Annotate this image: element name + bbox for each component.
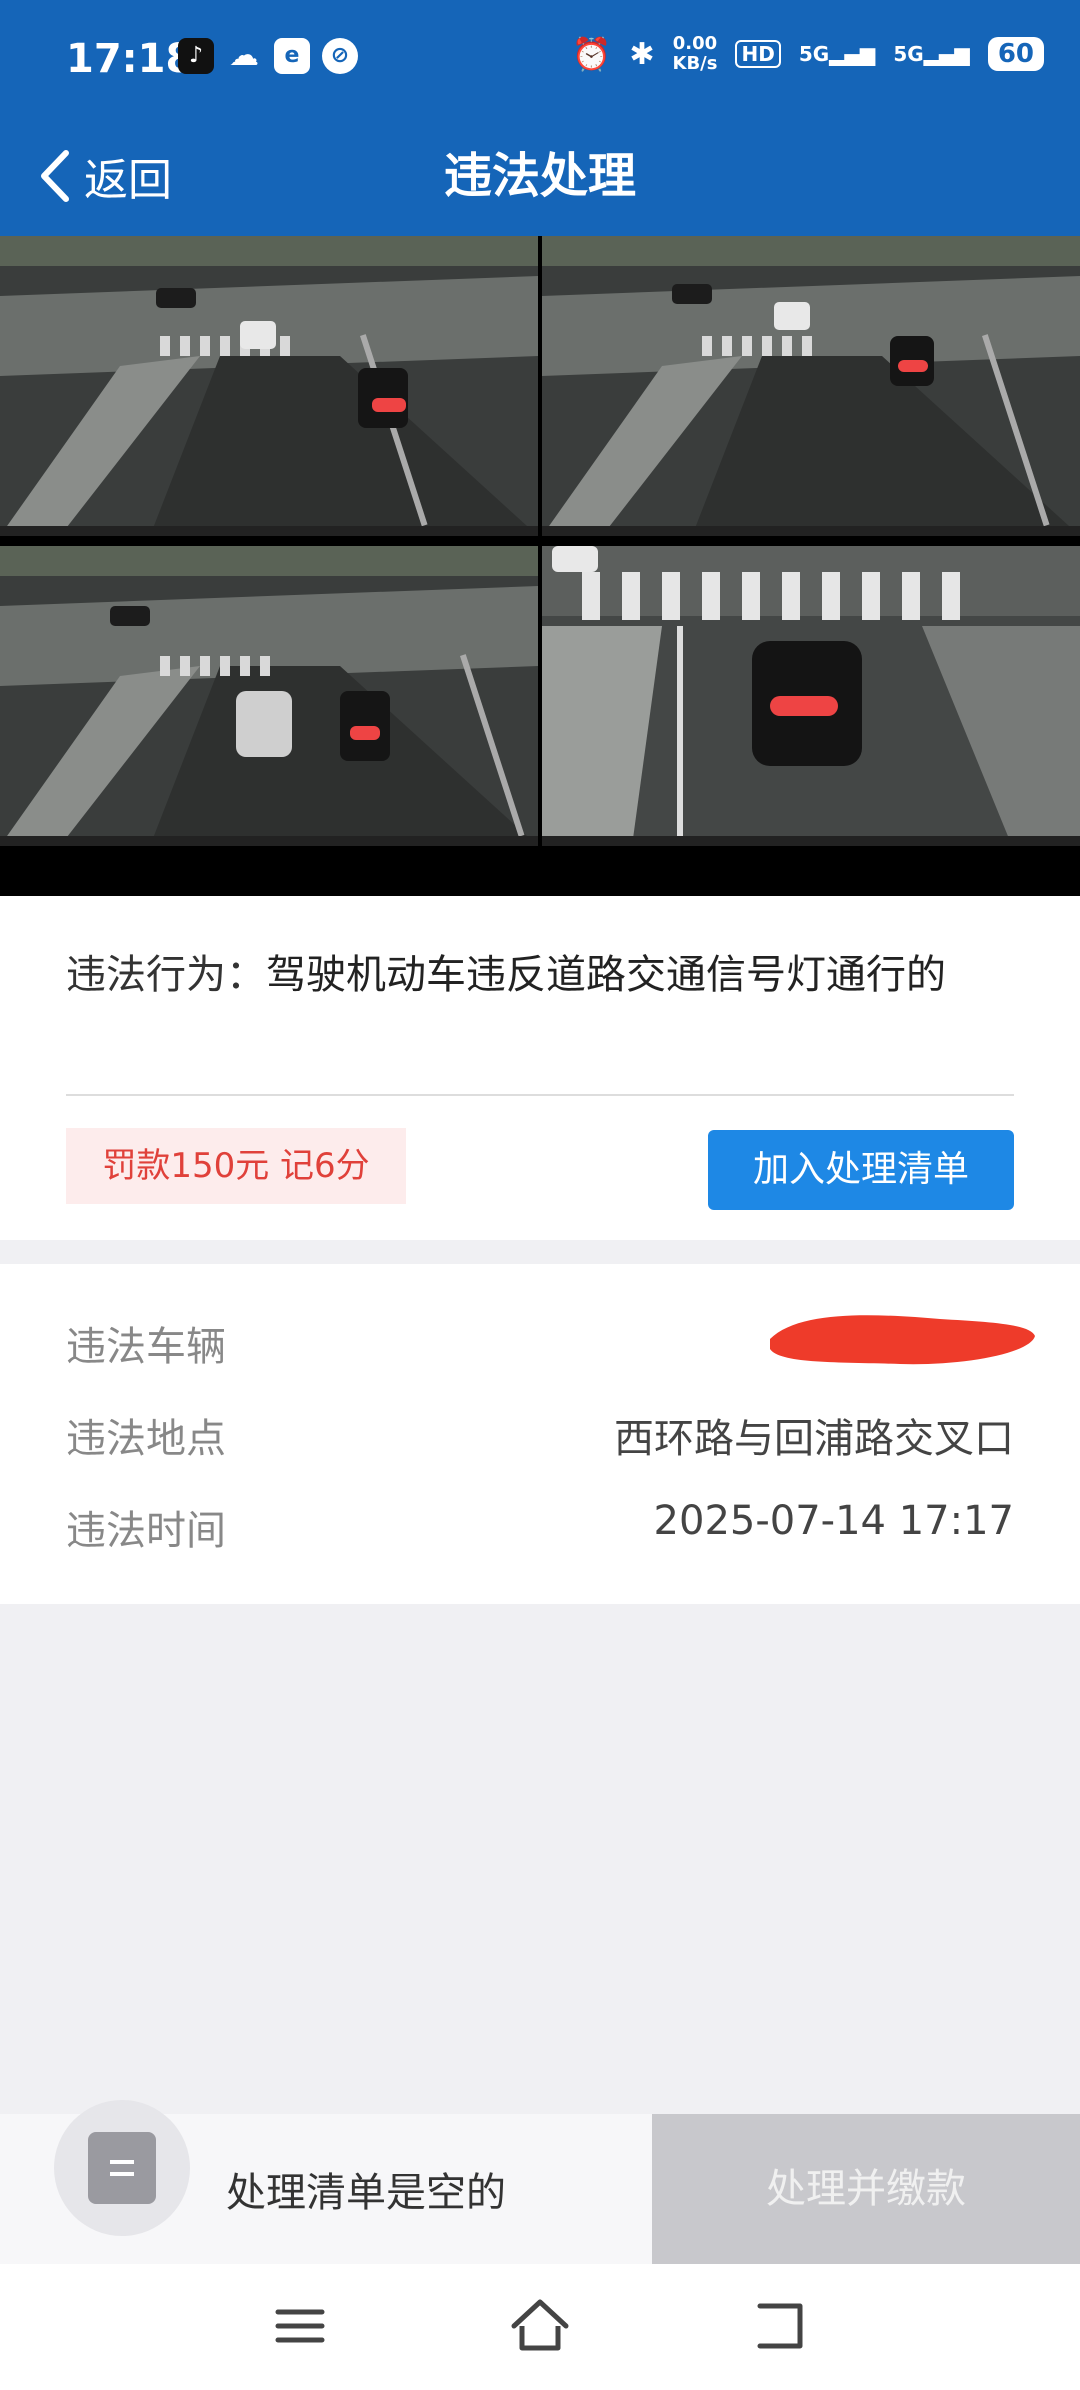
menu-icon[interactable]	[268, 2294, 332, 2358]
divider	[66, 1094, 1014, 1096]
back-label: 返回	[84, 155, 172, 206]
redaction-mark	[770, 1315, 1035, 1365]
time-value: 2025-07-14 17:17	[653, 1498, 1014, 1544]
chevron-left-icon	[41, 150, 69, 202]
status-time: 17:18	[66, 36, 194, 82]
violation-photo-4[interactable]	[542, 546, 1080, 846]
signal-2: 5G▂▄▆	[893, 42, 970, 66]
bluetooth-icon: ✱	[629, 36, 655, 72]
violation-photo-1[interactable]	[0, 236, 538, 536]
violation-behavior: 违法行为：驾驶机动车违反道路交通信号灯通行的	[66, 946, 1016, 1004]
battery-indicator: 60	[987, 37, 1044, 71]
title-bar: 违法处理 返回	[0, 118, 1080, 236]
net-speed-value: 0.00	[672, 33, 718, 54]
process-and-pay-button[interactable]: 处理并缴款	[652, 2114, 1080, 2264]
behavior-text: 驾驶机动车违反道路交通信号灯通行的	[266, 952, 946, 998]
violation-photo-2[interactable]	[542, 236, 1080, 536]
processing-list-button[interactable]	[54, 2100, 190, 2236]
browser-icon: e	[274, 38, 310, 74]
location-value: 西环路与回浦路交叉口	[614, 1416, 1014, 1462]
add-to-list-button[interactable]: 加入处理清单	[708, 1130, 1014, 1210]
system-nav-bar	[0, 2264, 1080, 2390]
list-empty-text: 处理清单是空的	[226, 2170, 506, 2216]
net-speed: 0.00 KB/s	[673, 34, 718, 74]
status-bar: 17:18 ♪ ☁ e ⊘ ⏰ ✱ 0.00 KB/s HD 5G▂▄▆ 5G▂…	[0, 0, 1080, 118]
violation-card: 违法行为：驾驶机动车违反道路交通信号灯通行的 罚款150元 记6分 加入处理清单	[0, 896, 1080, 1240]
signal-1: 5G▂▄▆	[798, 42, 876, 66]
violation-photo-3[interactable]	[0, 546, 538, 846]
violation-details: 违法车辆 违法地点 西环路与回浦路交叉口 违法时间 2025-07-14 17:…	[0, 1264, 1080, 1604]
location-label: 违法地点	[66, 1416, 226, 1462]
alarm-icon: ⏰	[571, 35, 612, 73]
time-label: 违法时间	[66, 1508, 226, 1554]
violation-photo-carousel[interactable]	[0, 236, 1080, 1098]
cloud-icon: ☁	[229, 38, 259, 73]
app-icon: ⊘	[322, 38, 358, 74]
list-icon	[88, 2132, 156, 2204]
net-speed-unit: KB/s	[672, 53, 718, 74]
home-icon[interactable]	[508, 2294, 572, 2358]
fine-badge: 罚款150元 记6分	[66, 1128, 406, 1204]
vehicle-label: 违法车辆	[66, 1324, 226, 1370]
back-button[interactable]: 返回	[38, 136, 172, 216]
tiktok-icon: ♪	[178, 38, 214, 74]
back-nav-icon[interactable]	[748, 2294, 812, 2358]
hd-badge: HD	[735, 40, 781, 68]
status-right: ⏰ ✱ 0.00 KB/s HD 5G▂▄▆ 5G▂▄▆ 60	[572, 34, 1044, 74]
behavior-label: 违法行为：	[66, 952, 266, 998]
